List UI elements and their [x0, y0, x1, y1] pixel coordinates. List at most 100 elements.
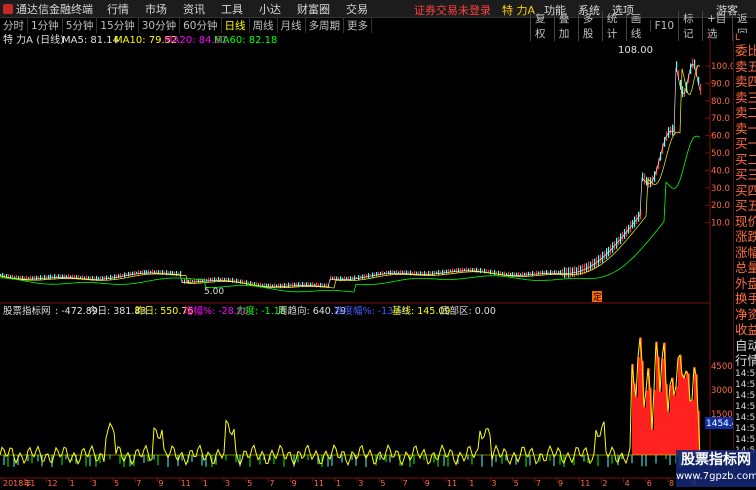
price-tick-label: 30.0 — [711, 184, 730, 194]
price-candle — [116, 274, 118, 279]
price-candle — [348, 276, 350, 281]
price-candle — [522, 271, 524, 277]
indicator-bar — [694, 367, 696, 455]
price-tick-label: 40.0 — [711, 166, 730, 176]
price-candle — [442, 269, 444, 275]
date-tick-label: 7 — [403, 479, 408, 487]
panel-item: 买五 — [735, 198, 756, 213]
price-candle — [184, 279, 186, 284]
price-candle — [58, 274, 60, 279]
period-more[interactable]: 更多 — [344, 18, 372, 33]
menu-item-wealth[interactable]: 财富圈 — [297, 1, 330, 17]
period-multi[interactable]: 多周期 — [306, 18, 344, 33]
indicator-bar — [678, 357, 680, 455]
app-title: 通达信金融终端 — [16, 2, 93, 16]
price-series — [0, 58, 702, 293]
panel-item: 卖五 — [735, 58, 756, 74]
menu-item-market[interactable]: 市场 — [145, 1, 167, 17]
login-status[interactable]: 证券交易未登录 — [414, 2, 491, 18]
menu-item-tools[interactable]: 工具 — [221, 1, 243, 17]
price-candle — [250, 281, 252, 286]
panel-item: 现价 — [735, 213, 756, 229]
price-tick-label: 10.0 — [711, 219, 730, 229]
price-candle — [550, 269, 552, 275]
price-tick-label: 50.0 — [711, 149, 730, 159]
price-candle — [682, 86, 684, 98]
price-candle — [566, 267, 568, 278]
price-candle — [586, 263, 588, 273]
price-candle — [130, 271, 132, 276]
period-daily[interactable]: 日线 — [222, 18, 250, 33]
date-tick-label: 11 — [447, 479, 457, 487]
indicator-bar — [686, 371, 688, 455]
price-candle — [306, 282, 308, 287]
chart-area[interactable]: 特 力A (日线) MA5: 81.14 MA10: 79.52 MA20: 8… — [0, 33, 743, 488]
price-candle — [40, 275, 42, 281]
period-intraday[interactable]: 分时 — [0, 18, 28, 33]
period-1min[interactable]: 1分钟 — [28, 18, 63, 33]
indicator-bar — [684, 378, 686, 455]
price-candle — [282, 283, 284, 288]
price-tick-label: 20.0 — [711, 201, 730, 211]
price-candle — [460, 268, 462, 273]
price-candle — [670, 126, 672, 135]
menu-item-xiaoda[interactable]: 小达 — [259, 1, 281, 17]
menu-item-news[interactable]: 资讯 — [183, 1, 205, 17]
price-candle — [134, 270, 136, 276]
date-tick-label: 7 — [269, 479, 274, 487]
price-candle — [144, 270, 146, 275]
price-candle — [100, 275, 102, 281]
price-tick-label: 80.0 — [711, 97, 730, 107]
chart-canvas[interactable]: 特 力A (日线) MA5: 81.14 MA10: 79.52 MA20: 8… — [0, 33, 743, 488]
period-monthly[interactable]: 月线 — [278, 18, 306, 33]
price-candle — [448, 269, 450, 274]
price-candle — [672, 124, 674, 136]
indicator-tick-label: 4500 — [711, 362, 733, 372]
date-tick-label: 3 — [225, 479, 230, 487]
period-15min[interactable]: 15分钟 — [97, 18, 139, 33]
period-60min[interactable]: 60分钟 — [180, 18, 222, 33]
f10-button[interactable]: F10 — [649, 19, 678, 32]
price-candle — [242, 279, 244, 285]
date-tick-label: 8 — [669, 479, 674, 487]
date-axis: 2018年11 12 1 3 5 7 9 11 1 3 5 7 9 11 1 3 5 7 9 11 1 3 5 7 9 11 2 4 6… — [1, 478, 696, 488]
date-tick-label: 5 — [114, 479, 119, 487]
panel-item: 外盘 — [735, 275, 756, 291]
period-weekly[interactable]: 周线 — [250, 18, 278, 33]
indicator-bar — [636, 397, 638, 455]
indicator-axis: 4500300015000.00 — [711, 362, 733, 461]
price-tick-label: 60.0 — [711, 132, 730, 142]
price-candle — [540, 270, 542, 276]
period-30min[interactable]: 30分钟 — [139, 18, 181, 33]
price-candle — [284, 283, 286, 288]
price-candle — [458, 268, 460, 273]
metric-bottom-zone: 底部区: 0.00 — [440, 305, 496, 317]
date-tick-label: 2 — [602, 479, 607, 487]
event-marker-label: 定 — [593, 291, 602, 303]
date-tick-label: 3 — [92, 479, 97, 487]
high-price-label: 108.00 — [618, 45, 653, 56]
indicator-bar — [690, 400, 692, 455]
menu-item-trade[interactable]: 交易 — [346, 1, 368, 17]
date-tick-label: 4 — [625, 479, 630, 487]
date-tick-label: 7 — [136, 479, 141, 487]
current-value-label: 1454.45 — [706, 419, 733, 429]
price-candle — [396, 269, 398, 275]
price-candle — [528, 271, 530, 276]
price-candle — [700, 83, 702, 95]
price-candle — [570, 267, 572, 278]
period-bar: 分时 1分钟 5分钟 15分钟 30分钟 60分钟 日线 周线 月线 多周期 更… — [0, 18, 530, 33]
indicator-bar — [654, 389, 656, 455]
price-candle — [390, 270, 392, 275]
period-5min[interactable]: 5分钟 — [63, 18, 98, 33]
date-tick-label: 1 — [336, 479, 341, 487]
price-candle — [554, 270, 556, 275]
price-candle — [278, 283, 280, 289]
price-candle — [114, 274, 116, 280]
panel-list: 委比 卖五 卖四 卖三 卖二 卖一 买一 买二 买三 买四 买五 现价 涨跌 涨幅 总量 外盘 换手 净资 收益 自动… — [734, 43, 756, 457]
panel-item: 14:56 — [735, 434, 756, 445]
menu-item-quotes[interactable]: 行情 — [107, 1, 129, 17]
price-candle — [588, 261, 590, 273]
price-candle — [362, 274, 364, 279]
price-candle — [526, 271, 528, 277]
